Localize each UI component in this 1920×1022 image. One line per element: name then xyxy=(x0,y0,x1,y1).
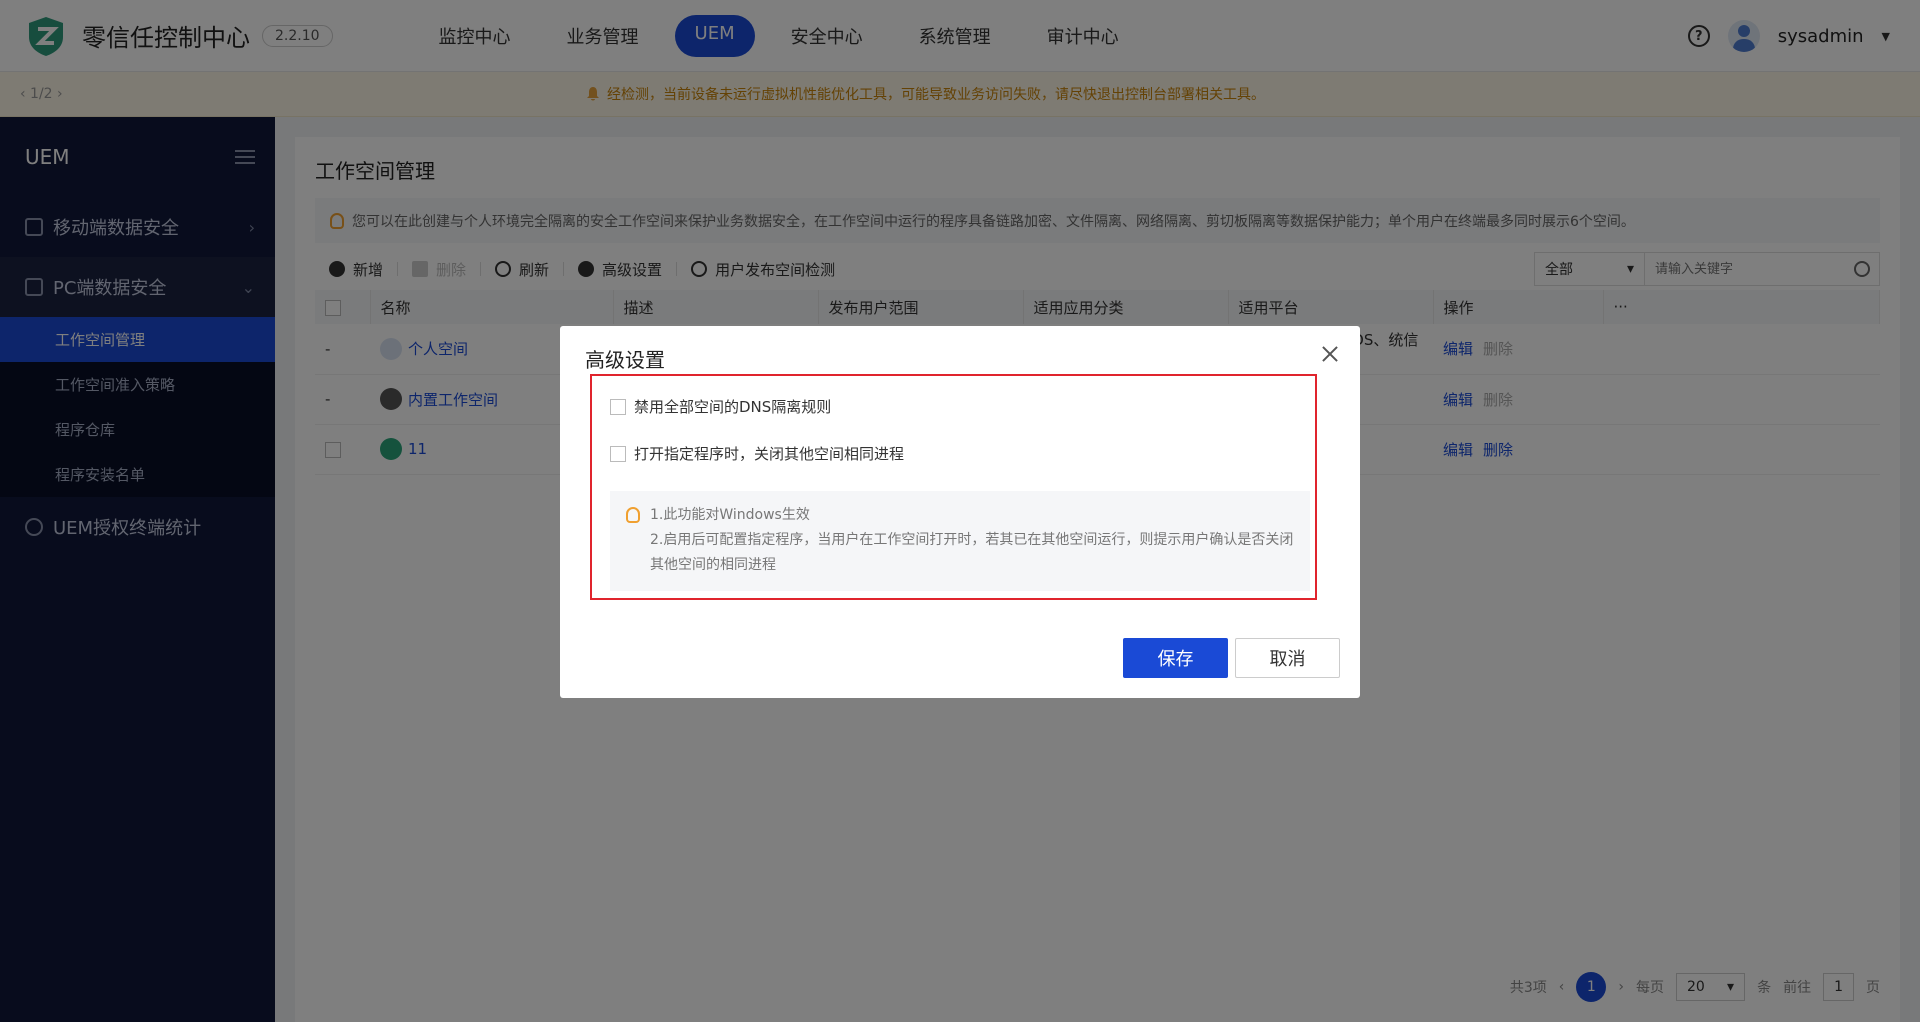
option-disable-dns[interactable]: 禁用全部空间的DNS隔离规则 xyxy=(610,396,831,417)
dialog-title: 高级设置 xyxy=(585,348,665,372)
advanced-settings-dialog: 高级设置 禁用全部空间的DNS隔离规则 打开指定程序时，关闭其他空间相同进程 1… xyxy=(560,326,1360,698)
info-box: 1.此功能对Windows生效 2.启用后可配置指定程序，当用户在工作空间打开时… xyxy=(610,491,1310,591)
cancel-button[interactable]: 取消 xyxy=(1235,638,1340,678)
dns-option-label: 禁用全部空间的DNS隔离规则 xyxy=(634,398,832,416)
save-button[interactable]: 保存 xyxy=(1123,638,1228,678)
info-line-1: 1.此功能对Windows生效 xyxy=(650,507,810,523)
process-checkbox[interactable] xyxy=(610,445,626,462)
close-icon[interactable] xyxy=(1320,344,1340,364)
bulb-icon xyxy=(626,507,640,523)
info-line-2: 2.启用后可配置指定程序，当用户在工作空间打开时，若其已在其他空间运行，则提示用… xyxy=(650,532,1294,573)
process-option-label: 打开指定程序时，关闭其他空间相同进程 xyxy=(634,445,905,463)
option-close-process[interactable]: 打开指定程序时，关闭其他空间相同进程 xyxy=(610,443,904,464)
dns-checkbox[interactable] xyxy=(610,398,626,415)
